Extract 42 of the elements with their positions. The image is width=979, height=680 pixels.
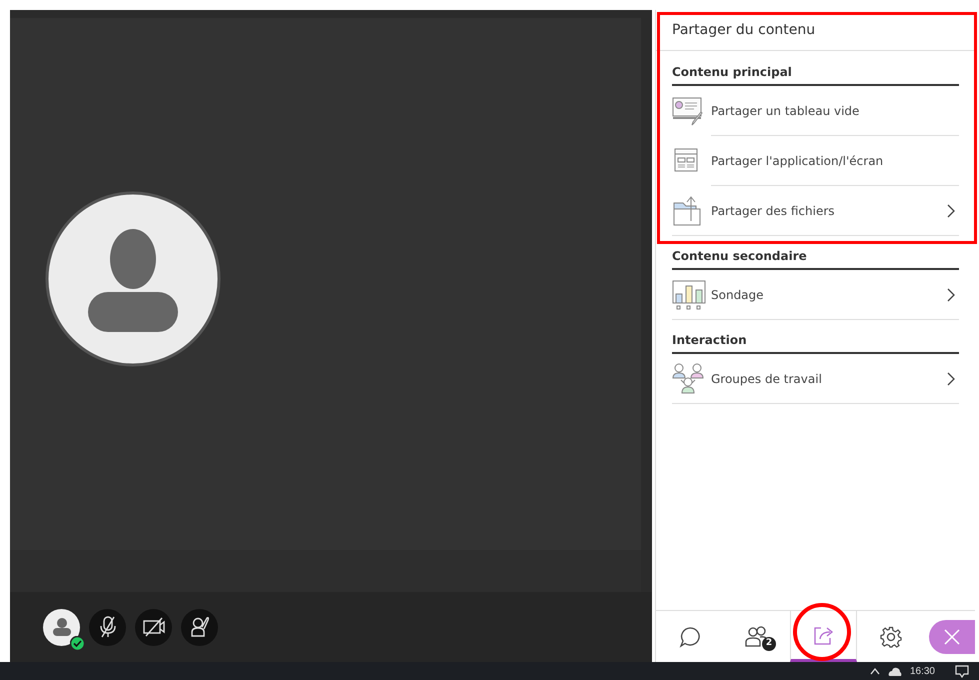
share-option[interactable]: Partager l'application/l'écran	[672, 136, 959, 186]
hand-icon	[190, 616, 210, 638]
section-heading: Contenu secondaire	[672, 247, 959, 270]
bar-chart-icon	[672, 280, 706, 310]
count-badge: 2	[762, 637, 776, 651]
participants-tab[interactable]: 2	[723, 611, 790, 662]
camera-button[interactable]	[135, 608, 172, 646]
mic-off-icon	[98, 616, 118, 638]
share-option[interactable]: Partager des fichiers	[672, 186, 959, 236]
window-icon	[672, 148, 700, 174]
check-icon	[70, 636, 85, 650]
chevron-right-icon	[947, 288, 955, 302]
caret-icon	[870, 667, 880, 675]
share-option[interactable]: Groupes de travail	[672, 354, 959, 404]
chevron-right-icon	[947, 204, 955, 218]
raise-hand-button[interactable]	[181, 608, 218, 646]
my-avatar-button[interactable]	[43, 608, 80, 646]
chat-icon	[678, 626, 700, 648]
share-option[interactable]: Partager un tableau vide	[672, 86, 959, 136]
camera-off-icon	[142, 617, 166, 637]
clock-text: 16:30	[910, 664, 935, 678]
share-option[interactable]: Sondage	[672, 270, 959, 320]
section-heading: Interaction	[672, 331, 959, 354]
option-label: Partager un tableau vide	[711, 103, 860, 120]
avatar-icon	[45, 191, 221, 367]
option-label: Partager l'application/l'écran	[711, 153, 884, 170]
microphone-button[interactable]	[89, 608, 126, 646]
group-icon	[672, 363, 706, 395]
option-label: Sondage	[711, 287, 765, 304]
option-label: Groupes de travail	[711, 371, 823, 388]
person-icon	[52, 617, 72, 637]
panel-title: Partager du contenu	[656, 10, 975, 51]
option-label: Partager des fichiers	[711, 203, 836, 220]
notification-icon	[955, 664, 969, 678]
people-icon	[744, 626, 768, 648]
share-icon	[812, 625, 834, 645]
section-heading: Contenu principal	[672, 63, 959, 86]
close-button[interactable]	[929, 620, 975, 654]
chevron-right-icon	[947, 372, 955, 386]
cloud-icon	[888, 666, 902, 676]
settings-icon	[880, 626, 902, 648]
close-icon	[944, 628, 960, 644]
